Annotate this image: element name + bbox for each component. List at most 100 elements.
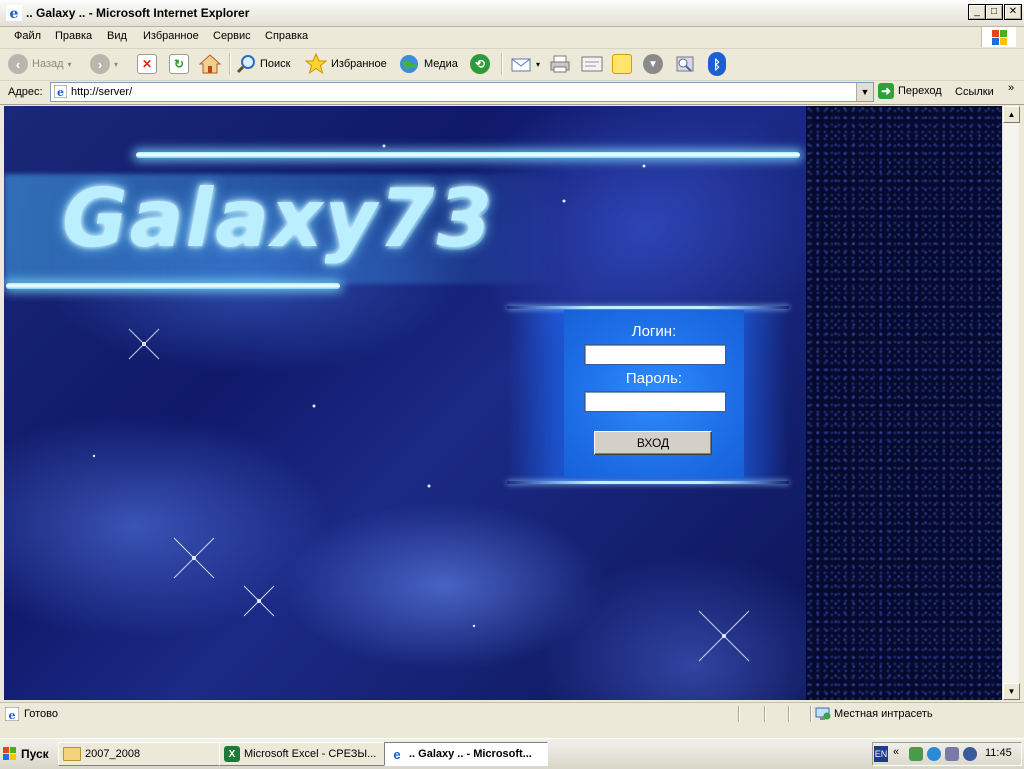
toolbar-separator: [501, 53, 502, 75]
search-button[interactable]: Поиск: [236, 52, 290, 76]
mail-icon: [511, 58, 531, 72]
task-folder[interactable]: 2007_2008: [58, 742, 220, 766]
toolbar-separator: [229, 53, 230, 75]
menu-edit[interactable]: Правка: [55, 30, 92, 42]
task-excel[interactable]: X Microsoft Excel - СРЕЗЫ...: [219, 742, 385, 766]
light-streak-top: [136, 152, 800, 158]
password-label: Пароль:: [625, 370, 683, 387]
volume-icon[interactable]: [963, 747, 977, 761]
back-button[interactable]: ‹ Назад ▾: [8, 52, 72, 76]
print-button[interactable]: [549, 52, 571, 76]
messenger-button[interactable]: ▼: [643, 52, 663, 76]
network-icon[interactable]: [909, 747, 923, 761]
vertical-scrollbar[interactable]: ▲ ▼: [1002, 106, 1020, 700]
stop-icon: ✕: [137, 54, 157, 74]
window-title: .. Galaxy .. - Microsoft Internet Explor…: [26, 6, 250, 20]
mail-dropdown-icon[interactable]: ▾: [536, 60, 540, 69]
menu-bar: Файл Правка Вид Избранное Сервис Справка: [0, 26, 1024, 49]
printer-icon: [550, 55, 570, 73]
bluetooth-button[interactable]: ᛒ: [708, 52, 726, 76]
svg-text:e: e: [10, 6, 19, 21]
login-bottom-line: [507, 481, 789, 484]
login-top-line: [507, 306, 789, 309]
light-streak-bottom: [6, 283, 340, 289]
status-separator: [810, 706, 811, 722]
menu-help[interactable]: Справка: [265, 30, 308, 42]
globe-icon[interactable]: [927, 747, 941, 761]
close-button[interactable]: ✕: [1004, 4, 1022, 20]
history-icon: ⟲: [470, 54, 490, 74]
links-button[interactable]: Ссылки: [955, 86, 994, 98]
task-label: Microsoft Excel - СРЕЗЫ...: [244, 748, 377, 760]
edit-button[interactable]: [580, 52, 604, 76]
address-dropdown-icon[interactable]: ▼: [856, 83, 873, 101]
favorites-button[interactable]: Избранное: [305, 52, 387, 76]
go-button[interactable]: ➜ Переход: [878, 83, 942, 99]
folder-icon: [63, 747, 81, 761]
media-label: Медиа: [424, 58, 458, 70]
back-label: Назад: [32, 58, 64, 70]
refresh-button[interactable]: ↻: [169, 52, 189, 76]
address-input[interactable]: e http://server/ ▼: [50, 82, 874, 102]
forward-arrow-icon: ›: [90, 54, 110, 74]
star-icon: [305, 53, 327, 75]
svg-text:e: e: [57, 86, 64, 98]
password-input[interactable]: [584, 391, 726, 412]
search-icon: [236, 55, 255, 74]
mail-button[interactable]: ▾: [510, 52, 540, 76]
ie-logo-icon: e: [6, 5, 22, 21]
bluetooth-icon: ᛒ: [708, 52, 726, 76]
menu-file[interactable]: Файл: [14, 30, 41, 42]
page-icon: e: [54, 85, 67, 98]
discuss-button[interactable]: [612, 52, 632, 76]
refresh-icon: ↻: [169, 54, 189, 74]
windows-start-icon: [3, 747, 16, 760]
chevron-right-icon[interactable]: »: [1008, 82, 1014, 94]
login-submit-button[interactable]: ВХОД: [594, 431, 712, 455]
go-label: Переход: [898, 85, 942, 97]
back-dropdown-icon[interactable]: ▾: [68, 60, 72, 69]
security-zone: Местная интрасеть: [834, 708, 933, 720]
address-bar: Адрес: e http://server/ ▼ ➜ Переход Ссыл…: [0, 80, 1024, 105]
intranet-zone-icon: [815, 707, 831, 720]
status-bar: e Готово Местная интрасеть: [0, 702, 1024, 725]
stop-button[interactable]: ✕: [137, 52, 157, 76]
search-label: Поиск: [260, 58, 291, 70]
home-button[interactable]: [199, 52, 221, 76]
menu-tools[interactable]: Сервис: [213, 30, 251, 42]
svg-text:e: e: [9, 709, 16, 721]
address-label: Адрес:: [8, 86, 43, 98]
media-button[interactable]: Медиа: [398, 52, 458, 76]
note-icon: [612, 54, 632, 74]
favorites-label: Избранное: [331, 58, 387, 70]
history-button[interactable]: ⟲: [470, 52, 490, 76]
status-text: Готово: [24, 708, 58, 720]
page-content: Galaxy73 Логин: Пароль: ВХОД: [4, 106, 1002, 700]
login-input[interactable]: [584, 344, 726, 365]
forward-dropdown-icon[interactable]: ▾: [114, 60, 118, 69]
login-label: Логин:: [631, 323, 677, 340]
task-ie[interactable]: e .. Galaxy .. - Microsoft...: [384, 742, 548, 766]
status-separator: [738, 706, 739, 722]
forward-button[interactable]: › ▾: [90, 52, 118, 76]
minimize-button[interactable]: _: [968, 4, 986, 20]
menu-favorites[interactable]: Избранное: [143, 30, 199, 42]
menu-view[interactable]: Вид: [107, 30, 127, 42]
task-label: 2007_2008: [85, 748, 141, 760]
research-button[interactable]: [674, 52, 696, 76]
system-tray: « 11:45: [872, 742, 1022, 766]
scroll-down-arrow-icon[interactable]: ▼: [1003, 683, 1020, 700]
shield-icon: ▼: [643, 54, 663, 74]
show-hidden-icons-icon[interactable]: «: [893, 746, 899, 758]
site-logo: Galaxy73: [62, 172, 495, 265]
side-pattern: [806, 106, 1002, 700]
address-url: http://server/: [71, 86, 133, 98]
windows-flag-icon: [981, 27, 1016, 47]
toolbar: ‹ Назад ▾ › ▾ ✕ ↻ Поиск Избранное Медиа …: [0, 48, 1024, 81]
display-icon[interactable]: [945, 747, 959, 761]
scroll-up-arrow-icon[interactable]: ▲: [1003, 106, 1020, 123]
go-arrow-icon: ➜: [878, 83, 894, 99]
start-label: Пуск: [21, 747, 49, 761]
start-button[interactable]: Пуск: [2, 742, 54, 766]
maximize-button[interactable]: □: [985, 4, 1003, 20]
